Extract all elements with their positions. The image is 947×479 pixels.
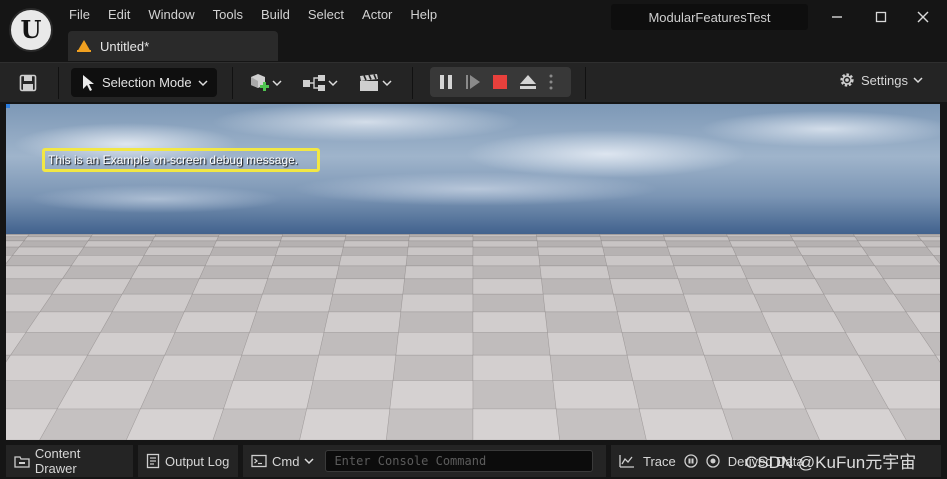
chevron-down-icon [272,80,282,87]
tab-label: Untitled* [100,38,150,54]
chevron-down-icon [328,80,338,87]
unreal-logo-icon[interactable]: U [9,8,53,52]
close-icon [917,11,929,23]
console-command-input[interactable] [325,450,594,472]
chevron-down-icon[interactable] [304,457,314,465]
menu-file[interactable]: File [60,3,99,27]
project-name: ModularFeaturesTest [611,4,808,30]
selection-mode-label: Selection Mode [102,75,192,90]
maximize-button[interactable] [866,5,896,29]
skip-frame-icon[interactable] [464,73,482,91]
chevron-down-icon [382,80,392,87]
save-icon [19,74,37,92]
save-button[interactable] [14,71,42,95]
minimize-button[interactable] [822,5,852,29]
clapper-icon [360,74,378,91]
output-log-button[interactable]: Output Log [138,445,238,477]
toolbar-divider [585,67,586,99]
level-icon [77,40,91,52]
trace-button[interactable]: Trace [643,454,676,469]
eject-icon[interactable] [518,73,538,91]
menu-actor[interactable]: Actor [353,3,401,27]
close-button[interactable] [908,5,938,29]
content-drawer-label: Content Drawer [34,446,81,476]
chevron-down-icon [913,77,923,84]
more-options-icon[interactable] [548,73,554,91]
cmd-dropdown[interactable]: Cmd [272,454,299,469]
blueprints-button[interactable] [302,70,338,96]
stop-icon[interactable] [492,74,508,90]
tab-untitled[interactable]: Untitled* [68,31,278,61]
play-controls [430,67,571,97]
viewport-corner-marker [6,104,10,108]
folder-icon [14,456,30,468]
minimize-icon [832,16,842,18]
cinematics-button[interactable] [358,70,392,96]
maximize-icon [875,11,887,23]
selection-mode-dropdown[interactable]: Selection Mode [71,68,217,97]
settings-button[interactable]: Settings [838,71,923,89]
toolbar-divider [412,67,413,99]
main-menu: File Edit Window Tools Build Select Acto… [60,3,446,27]
add-actor-button[interactable] [248,70,282,96]
terminal-icon [251,454,267,468]
gear-icon [840,73,854,87]
menu-window[interactable]: Window [139,3,203,27]
toolbar-divider [58,67,59,99]
trace-icon [619,455,634,468]
output-log-icon [146,453,160,469]
menu-tools[interactable]: Tools [204,3,252,27]
debug-message-text: This is an Example on-screen debug messa… [48,153,299,167]
chevron-down-icon [198,79,208,86]
menu-build[interactable]: Build [252,3,299,27]
record-icon[interactable] [684,454,698,468]
camera-icon[interactable] [706,454,720,468]
menu-select[interactable]: Select [299,3,353,27]
output-log-label: Output Log [165,453,230,469]
floor-grid [6,234,940,440]
watermark: CSDN @KuFun元宇宙 [745,453,917,472]
title-bar: U File Edit Window Tools Build Select Ac… [0,0,947,62]
settings-label: Settings [861,72,908,88]
cursor-icon [83,74,94,91]
cube-add-icon [251,74,269,91]
console-area: Cmd [243,445,606,477]
debug-message: This is an Example on-screen debug messa… [42,148,320,172]
pause-icon[interactable] [438,73,454,91]
menu-help[interactable]: Help [401,3,446,27]
main-toolbar: Selection Mode Settings [0,62,947,102]
content-drawer-button[interactable]: Content Drawer [6,445,133,477]
checker-floor [6,234,940,440]
menu-edit[interactable]: Edit [99,3,139,27]
toolbar-divider [232,67,233,99]
blueprint-icon [303,75,325,91]
